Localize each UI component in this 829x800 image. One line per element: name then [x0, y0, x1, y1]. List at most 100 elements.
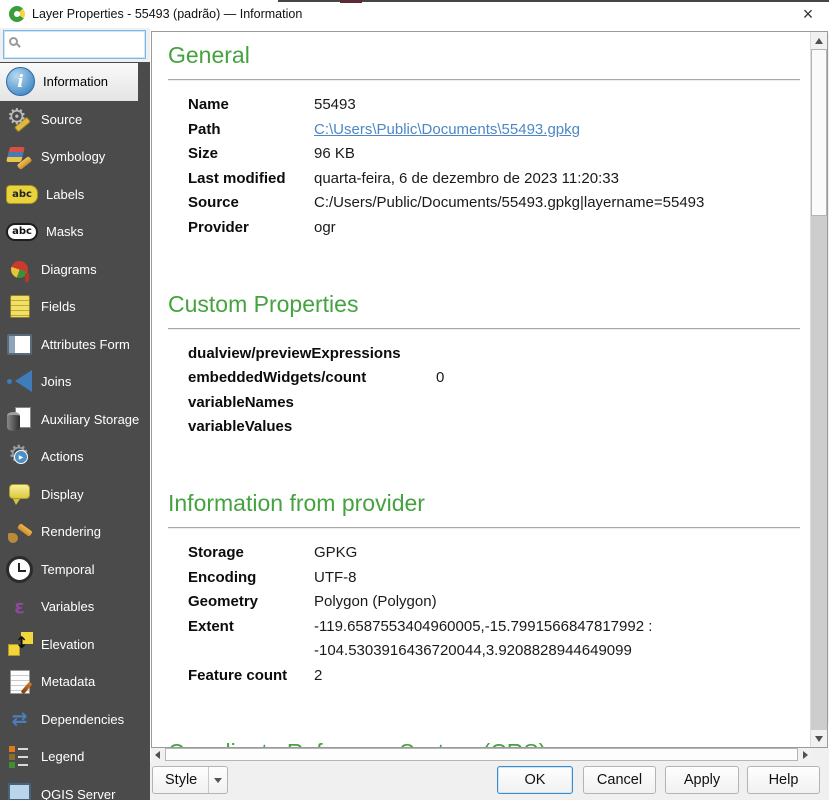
attributes-form-icon [6, 331, 33, 358]
scroll-right-icon[interactable] [798, 748, 812, 762]
sidebar-item-masks[interactable]: Masks [0, 213, 138, 251]
path-link[interactable]: C:\Users\Public\Documents\55493.gpkg [314, 118, 580, 143]
sidebar-item-label: Masks [46, 224, 84, 239]
scroll-down-icon[interactable] [811, 730, 827, 747]
section-provider-info: Information from provider StorageGPKGEnc… [168, 490, 800, 689]
section-crs: Coordinate Reference System (CRS) [168, 739, 800, 748]
search-input[interactable] [3, 30, 146, 59]
property-value: ogr [314, 216, 336, 241]
property-value: 55493 [314, 93, 356, 118]
property-value: 96 KB [314, 142, 355, 167]
sidebar-item-auxiliary-storage[interactable]: Auxiliary Storage [0, 401, 138, 439]
sidebar-item-label: Fields [41, 299, 76, 314]
sidebar-item-attributes-form[interactable]: Attributes Form [0, 326, 138, 364]
masks-icon [6, 223, 38, 241]
diagrams-icon [6, 256, 33, 283]
title-bar: Layer Properties - 55493 (padrão) — Info… [0, 0, 829, 28]
sidebar-item-information[interactable]: Information [0, 63, 138, 101]
section-divider [168, 328, 800, 329]
property-row: GeometryPolygon (Polygon) [188, 590, 800, 615]
property-row: Name55493 [188, 93, 800, 118]
property-label: Path [188, 118, 314, 143]
actions-icon [6, 443, 33, 470]
property-label: Last modified [188, 167, 314, 192]
sidebar-item-joins[interactable]: Joins [0, 363, 138, 401]
cancel-button[interactable]: Cancel [583, 766, 656, 794]
sidebar-item-display[interactable]: Display [0, 476, 138, 514]
chevron-down-icon[interactable] [208, 767, 227, 793]
sidebar-item-label: Diagrams [41, 262, 97, 277]
sidebar-item-dependencies[interactable]: Dependencies [0, 701, 138, 739]
sidebar-item-legend[interactable]: Legend [0, 738, 138, 776]
scroll-up-icon[interactable] [811, 32, 827, 49]
section-title-provider-info: Information from provider [168, 490, 800, 517]
provider-info-rows: StorageGPKGEncodingUTF-8GeometryPolygon … [168, 541, 800, 689]
sidebar-item-labels[interactable]: Labels [0, 176, 138, 214]
property-row: Feature count2 [188, 664, 800, 689]
sidebar-item-variables[interactable]: Variables [0, 588, 138, 626]
elevation-icon [6, 631, 33, 658]
sidebar-item-label: Display [41, 487, 84, 502]
legend-icon [6, 743, 33, 770]
vertical-scrollbar[interactable] [810, 32, 827, 747]
property-label: Size [188, 142, 314, 167]
section-title-general: General [168, 42, 800, 69]
section-divider [168, 527, 800, 528]
sidebar-item-source[interactable]: Source [0, 101, 138, 139]
sidebar-item-label: Legend [41, 749, 84, 764]
property-label: Provider [188, 216, 314, 241]
apply-button[interactable]: Apply [665, 766, 739, 794]
sidebar-items: InformationSourceSymbologyLabels Masks Dia… [0, 63, 138, 800]
sidebar-item-qgis-server[interactable]: QGIS Server [0, 776, 138, 800]
footer-bar: Style OK Cancel Apply Help [150, 762, 829, 800]
sidebar-item-metadata[interactable]: Metadata [0, 663, 138, 701]
section-title-custom-properties: Custom Properties [168, 291, 800, 318]
property-row: variableValues [188, 415, 800, 440]
sidebar-item-temporal[interactable]: Temporal [0, 551, 138, 589]
sidebar-item-symbology[interactable]: Symbology [0, 138, 138, 176]
ok-button[interactable]: OK [497, 766, 573, 794]
property-value: C:/Users/Public/Documents/55493.gpkg|lay… [314, 191, 704, 216]
sidebar: InformationSourceSymbologyLabels Masks Dia… [0, 62, 150, 800]
sidebar-item-actions[interactable]: Actions [0, 438, 138, 476]
sidebar-item-diagrams[interactable]: Diagrams [0, 251, 138, 289]
section-divider [168, 79, 800, 80]
property-value: GPKG [314, 541, 357, 566]
section-custom-properties: Custom Properties dualview/previewExpres… [168, 291, 800, 440]
sidebar-item-fields[interactable]: Fields [0, 288, 138, 326]
sidebar-item-label: QGIS Server [41, 787, 115, 800]
property-row: variableNames [188, 391, 800, 416]
sidebar-item-label: Dependencies [41, 712, 124, 727]
help-button[interactable]: Help [747, 766, 820, 794]
content-frame: General Name55493PathC:\Users\Public\Doc… [151, 31, 828, 748]
scroll-left-icon[interactable] [151, 748, 165, 762]
sidebar-item-label: Variables [41, 599, 94, 614]
sidebar-item-label: Rendering [41, 524, 101, 539]
section-general: General Name55493PathC:\Users\Public\Doc… [168, 42, 800, 241]
sidebar-item-label: Joins [41, 374, 71, 389]
sidebar-item-rendering[interactable]: Rendering [0, 513, 138, 551]
property-row: PathC:\Users\Public\Documents\55493.gpkg [188, 118, 800, 143]
search-icon [9, 37, 18, 46]
style-button[interactable]: Style [152, 766, 228, 794]
property-row: EncodingUTF-8 [188, 566, 800, 591]
scrollbar-corner [812, 748, 829, 762]
property-row: embeddedWidgets/count0 [188, 366, 800, 391]
content-scroll-area: General Name55493PathC:\Users\Public\Doc… [152, 32, 810, 747]
property-value: quarta-feira, 6 de dezembro de 2023 11:2… [314, 167, 619, 192]
property-label: Source [188, 191, 314, 216]
style-button-label: Style [165, 772, 197, 788]
sidebar-item-elevation[interactable]: Elevation [0, 626, 138, 664]
window-title: Layer Properties - 55493 (padrão) — Info… [32, 7, 302, 21]
property-label: variableValues [188, 415, 436, 440]
qgis-server-icon [6, 781, 33, 800]
horizontal-scrollbar-thumb[interactable] [165, 748, 798, 761]
general-rows: Name55493PathC:\Users\Public\Documents\5… [168, 93, 800, 241]
joins-icon [6, 368, 33, 395]
close-icon[interactable]: × [795, 2, 821, 26]
information-icon [6, 67, 35, 96]
sidebar-item-label: Metadata [41, 674, 95, 689]
vertical-scrollbar-thumb[interactable] [811, 49, 827, 216]
horizontal-scrollbar[interactable] [151, 748, 812, 762]
property-label: embeddedWidgets/count [188, 366, 436, 391]
